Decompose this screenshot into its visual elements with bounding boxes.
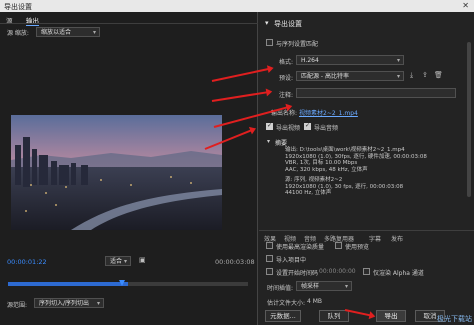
- export-video-checkbox[interactable]: [266, 122, 273, 130]
- fit-value: 适合: [110, 258, 123, 265]
- summary-toggle-icon[interactable]: ▾: [267, 138, 270, 145]
- format-dropdown[interactable]: H.264 ▾: [296, 55, 404, 65]
- source-scaling-label: 源 缩放:: [7, 30, 29, 37]
- timeline-bar[interactable]: [8, 282, 248, 286]
- chevron-down-icon: ▾: [123, 258, 127, 265]
- time-interpolation-value: 帧采样: [301, 283, 320, 290]
- export-settings-panel: ▾ 导出设置 与序列设置匹配 格式: H.264 ▾ 预设: 匹配源 - 高比特…: [259, 12, 474, 325]
- start-timecode-value[interactable]: 00:00:00:00: [319, 268, 356, 275]
- max-render-quality-checkbox[interactable]: [266, 242, 273, 249]
- city-aerial-image: [11, 115, 222, 230]
- export-audio-label: 导出音频: [314, 125, 339, 132]
- delete-preset-icon[interactable]: 🗑: [434, 71, 443, 79]
- settings-scrollbar[interactable]: [467, 42, 471, 197]
- set-start-timecode-label: 设置开始时间码: [276, 270, 319, 277]
- max-render-quality-label: 使用最高渲染质量: [276, 244, 325, 251]
- time-interpolation-dropdown[interactable]: 帧采样 ▾: [296, 281, 352, 291]
- queue-button[interactable]: 队列: [319, 310, 349, 322]
- fit-dropdown[interactable]: 适合 ▾: [105, 256, 131, 266]
- metadata-button[interactable]: 元数据...: [265, 310, 301, 322]
- source-range-label: 源范围:: [7, 302, 28, 309]
- tab-output[interactable]: 输出: [26, 15, 39, 26]
- estimated-size-value: 4 MB: [307, 298, 323, 305]
- export-video-label: 导出视频: [276, 125, 301, 132]
- match-sequence-checkbox[interactable]: [266, 39, 273, 46]
- close-icon[interactable]: ✕: [462, 1, 469, 10]
- timeline-range-fill: [8, 282, 128, 286]
- chevron-down-icon: ▾: [344, 283, 348, 290]
- video-preview: [11, 115, 222, 230]
- comment-input[interactable]: [296, 88, 456, 98]
- estimated-size-label: 估计文件大小:: [267, 300, 306, 307]
- subtab-captions[interactable]: 字幕: [369, 234, 381, 243]
- match-sequence-label: 与序列设置匹配: [276, 41, 319, 48]
- export-settings-toggle-icon[interactable]: ▾: [265, 19, 269, 27]
- import-preset-icon[interactable]: ⇪: [422, 71, 428, 79]
- preset-label: 预设:: [279, 75, 294, 82]
- source-scaling-value: 缩放以适合: [41, 29, 72, 36]
- watermark-text: 极光下载站: [437, 315, 472, 323]
- source-scaling-dropdown[interactable]: 缩放以适合 ▾: [36, 27, 100, 37]
- section-divider: [259, 230, 474, 231]
- import-project-label: 导入项目中: [276, 257, 307, 264]
- chevron-down-icon: ▾: [396, 73, 400, 80]
- format-value: H.264: [301, 57, 319, 64]
- render-alpha-checkbox[interactable]: [363, 268, 370, 275]
- duration-timecode: 00:00:03:08: [215, 258, 255, 266]
- preset-value: 匹配源 - 高比特率: [301, 73, 349, 80]
- source-range-value: 序列切入/序列切出: [39, 300, 90, 307]
- chevron-down-icon: ▾: [92, 29, 96, 36]
- chevron-down-icon: ▾: [96, 300, 100, 307]
- subtab-publish[interactable]: 发布: [391, 234, 403, 243]
- format-label: 格式:: [279, 59, 294, 66]
- chevron-down-icon: ▾: [396, 57, 400, 64]
- export-audio-checkbox[interactable]: [304, 122, 311, 130]
- current-timecode[interactable]: 00:00:01:22: [7, 258, 47, 266]
- title-bar: 导出设置 ✕: [0, 0, 474, 12]
- safe-margins-icon[interactable]: ▣: [139, 256, 146, 264]
- use-previews-label: 使用预览: [345, 244, 370, 251]
- import-project-checkbox[interactable]: [266, 255, 273, 262]
- render-alpha-label: 仅渲染 Alpha 通道: [373, 270, 424, 277]
- time-interpolation-label: 时间插值:: [267, 285, 294, 292]
- window-title: 导出设置: [4, 3, 32, 11]
- tab-divider: [0, 23, 258, 24]
- preset-dropdown[interactable]: 匹配源 - 高比特率 ▾: [296, 71, 404, 81]
- source-range-dropdown[interactable]: 序列切入/序列切出 ▾: [34, 298, 104, 308]
- save-preset-icon[interactable]: ⤓: [410, 71, 413, 80]
- set-start-timecode-checkbox[interactable]: [266, 268, 273, 275]
- export-button[interactable]: 导出: [376, 310, 406, 322]
- summary-title: 摘要: [275, 140, 288, 147]
- export-settings-title: 导出设置: [274, 20, 302, 28]
- comment-label: 注释:: [279, 92, 294, 99]
- summary-source: 源: 序列, 视频素材2~2 1920x1080 (1.0), 30 fps, …: [285, 177, 404, 196]
- use-previews-checkbox[interactable]: [335, 242, 342, 249]
- preview-panel: 源 输出 源 缩放: 缩放以适合 ▾ 00:00:01:22 适合 ▾ ▣ 00…: [0, 12, 258, 325]
- output-name-link[interactable]: 视频素材2~2_1.mp4: [299, 108, 358, 117]
- summary-output: 输出: D:\tools\桌面\work\视频素材2~2_1.mp4 1920x…: [285, 147, 427, 173]
